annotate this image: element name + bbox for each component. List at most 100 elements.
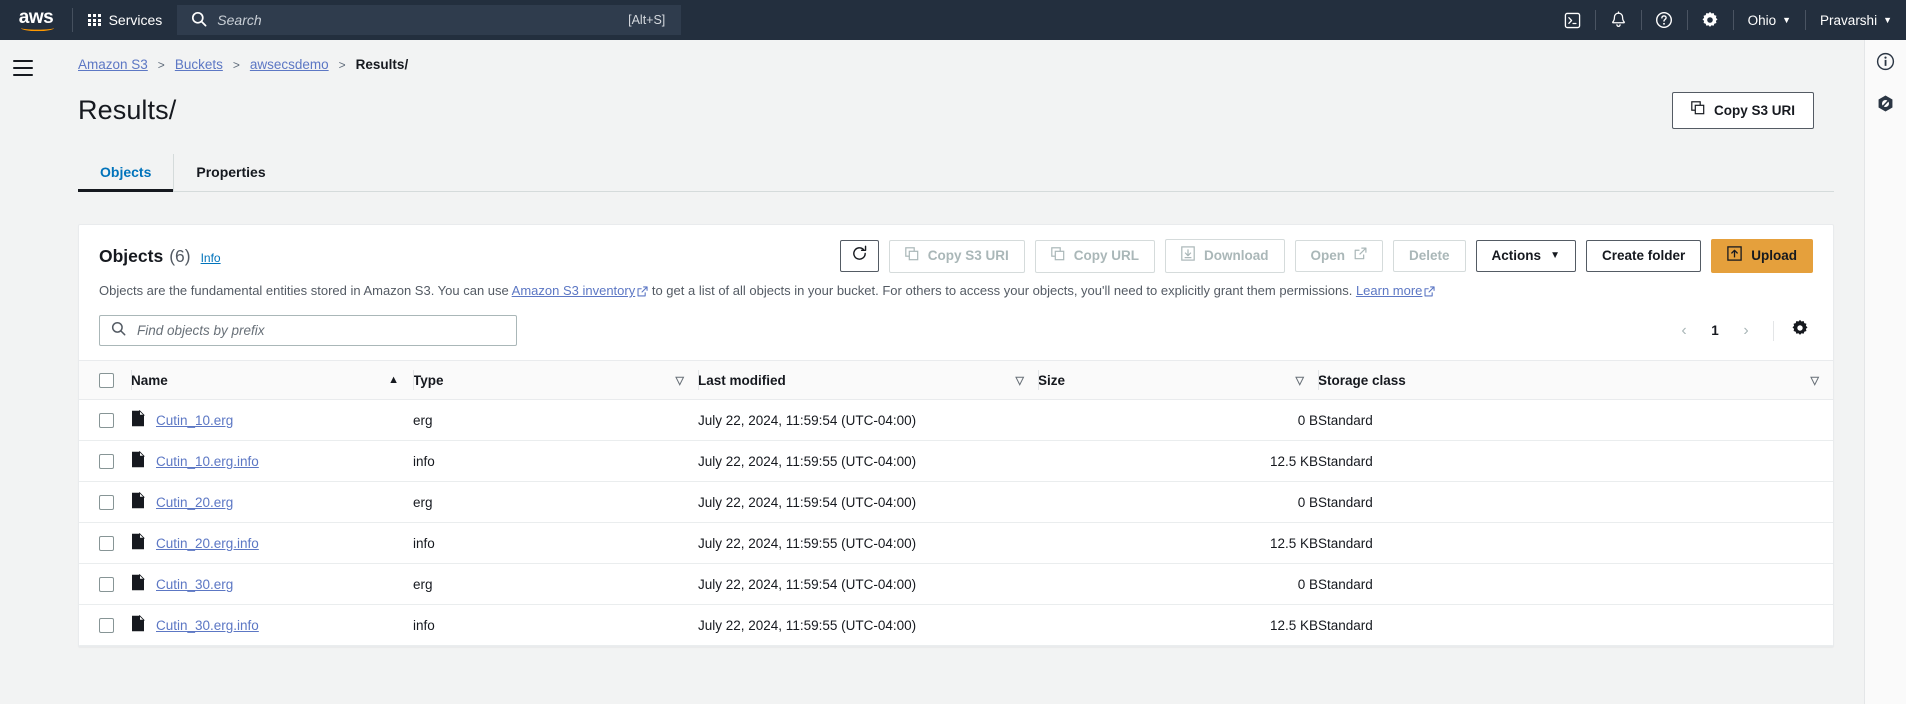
row-type-cell: erg <box>413 481 698 523</box>
object-name-link[interactable]: Cutin_20.erg.info <box>156 536 259 551</box>
breadcrumb-item-buckets[interactable]: Buckets <box>175 57 223 72</box>
actions-dropdown-button[interactable]: Actions ▼ <box>1475 240 1576 272</box>
services-label: Services <box>108 12 163 28</box>
search-input[interactable] <box>135 322 505 339</box>
tab-properties[interactable]: Properties <box>174 154 287 191</box>
breadcrumb-item-amazon-s3[interactable]: Amazon S3 <box>78 57 148 72</box>
object-name-link[interactable]: Cutin_20.erg <box>156 495 233 510</box>
global-search-placeholder: Search <box>217 12 262 28</box>
column-header-type[interactable]: Type ▽ <box>413 360 698 400</box>
chevron-down-icon: ▼ <box>1782 15 1792 25</box>
object-name-link[interactable]: Cutin_10.erg.info <box>156 454 259 469</box>
next-page-button[interactable]: › <box>1732 317 1760 345</box>
file-icon <box>131 614 145 635</box>
left-navigation-rail <box>0 40 46 704</box>
help-icon[interactable] <box>1642 0 1687 40</box>
objects-count: (6) <box>169 245 191 266</box>
file-icon <box>131 573 145 594</box>
row-select-cell <box>79 481 131 523</box>
description-text-1: Objects are the fundamental entities sto… <box>99 283 512 298</box>
right-utility-rail <box>1864 40 1906 704</box>
create-folder-button[interactable]: Create folder <box>1585 240 1702 272</box>
table-preferences-button[interactable] <box>1787 319 1813 342</box>
row-select-cell <box>79 563 131 605</box>
external-link-icon <box>637 284 648 301</box>
column-header-name[interactable]: Name ▲ <box>131 360 413 400</box>
pagination-controls: ‹ 1 › <box>1670 317 1813 345</box>
objects-description: Objects are the fundamental entities sto… <box>99 282 1813 301</box>
row-size-cell: 0 B <box>1038 563 1318 605</box>
objects-info-link[interactable]: Info <box>201 251 221 265</box>
row-last-modified-cell: July 22, 2024, 11:59:55 (UTC-04:00) <box>698 522 1038 564</box>
open-button[interactable]: Open <box>1294 240 1384 272</box>
row-checkbox[interactable] <box>99 494 114 510</box>
row-size-cell: 12.5 KB <box>1038 440 1318 482</box>
row-checkbox[interactable] <box>99 535 114 551</box>
copy-s3-uri-button[interactable]: Copy S3 URI <box>1671 92 1814 129</box>
upload-button[interactable]: Upload <box>1711 239 1813 273</box>
learn-more-link[interactable]: Learn more <box>1356 283 1422 298</box>
region-label: Ohio <box>1747 12 1777 28</box>
sort-none-icon: ▽ <box>1015 374 1024 387</box>
copy-url-button[interactable]: Copy URL <box>1034 239 1155 273</box>
row-type-cell: info <box>413 522 698 564</box>
refresh-button[interactable] <box>839 240 879 272</box>
info-icon[interactable] <box>1876 52 1895 76</box>
global-search-input[interactable]: Search [Alt+S] <box>177 5 682 35</box>
account-menu[interactable]: Pravarshi ▼ <box>1806 0 1906 40</box>
page-header: Results/ Copy S3 URI <box>78 92 1834 129</box>
objects-panel-header: Objects (6) Info Copy S3 URI Copy URL Do… <box>79 225 1833 301</box>
hamburger-menu-icon[interactable] <box>13 60 33 76</box>
column-label-name: Name <box>131 372 168 388</box>
nav-right-group: Ohio ▼ Pravarshi ▼ <box>1550 0 1906 40</box>
top-navigation: aws Services Search [Alt+S] Ohio ▼ Prava… <box>0 0 1906 40</box>
create-folder-label: Create folder <box>1601 248 1686 263</box>
row-storage-class-cell: Standard <box>1318 604 1833 646</box>
settings-icon[interactable] <box>1688 0 1733 40</box>
tab-objects[interactable]: Objects <box>78 154 175 192</box>
column-label-storage-class: Storage class <box>1318 372 1406 388</box>
column-header-size[interactable]: Size ▽ <box>1038 360 1318 400</box>
external-link-icon <box>1354 247 1367 265</box>
column-label-size: Size <box>1038 372 1066 388</box>
breadcrumb-item-awsecsdemo[interactable]: awsecsdemo <box>250 57 329 72</box>
delete-button[interactable]: Delete <box>1393 240 1466 272</box>
bell-icon[interactable] <box>1596 0 1641 40</box>
objects-filter-row: ‹ 1 › <box>79 301 1833 360</box>
amazon-s3-inventory-link[interactable]: Amazon S3 inventory <box>512 283 636 298</box>
description-text-2: to get a list of all objects in your buc… <box>648 283 1356 298</box>
services-menu-button[interactable]: Services <box>73 0 177 40</box>
aws-app-icon[interactable] <box>1876 94 1895 118</box>
upload-icon <box>1727 246 1742 266</box>
search-icon <box>111 321 126 341</box>
table-row: Cutin_10.erg.info info July 22, 2024, 11:5… <box>79 440 1833 482</box>
column-header-storage-class[interactable]: Storage class ▽ <box>1318 360 1833 400</box>
object-name-link[interactable]: Cutin_30.erg.info <box>156 618 259 633</box>
file-icon <box>131 450 145 471</box>
find-objects-search[interactable] <box>99 315 517 346</box>
object-name-link[interactable]: Cutin_10.erg <box>156 413 233 428</box>
cloudshell-icon[interactable] <box>1550 0 1595 40</box>
row-checkbox[interactable] <box>99 412 114 428</box>
file-icon <box>131 532 145 553</box>
table-row: Cutin_30.erg.info info July 22, 2024, 11:5… <box>79 604 1833 646</box>
select-all-checkbox[interactable] <box>99 372 114 388</box>
tab-bar: Objects Properties <box>78 154 1834 192</box>
grid-icon <box>88 13 101 27</box>
copy-s3-uri-action-button[interactable]: Copy S3 URI <box>888 239 1025 273</box>
aws-logo-text: aws <box>19 8 54 33</box>
row-checkbox[interactable] <box>99 576 114 592</box>
page-number-1[interactable]: 1 <box>1702 317 1728 345</box>
object-name-link[interactable]: Cutin_30.erg <box>156 577 233 592</box>
download-button[interactable]: Download <box>1165 239 1285 273</box>
row-last-modified-cell: July 22, 2024, 11:59:54 (UTC-04:00) <box>698 399 1038 441</box>
previous-page-button[interactable]: ‹ <box>1670 317 1698 345</box>
row-size-cell: 0 B <box>1038 481 1318 523</box>
row-type-cell: info <box>413 604 698 646</box>
row-checkbox[interactable] <box>99 617 114 633</box>
aws-logo[interactable]: aws <box>0 0 72 40</box>
region-selector[interactable]: Ohio ▼ <box>1734 0 1805 40</box>
column-header-last-modified[interactable]: Last modified ▽ <box>698 360 1038 400</box>
table-header-row: Name ▲ Type ▽ Last modified ▽ Size ▽ Sto… <box>79 360 1833 400</box>
row-checkbox[interactable] <box>99 453 114 469</box>
